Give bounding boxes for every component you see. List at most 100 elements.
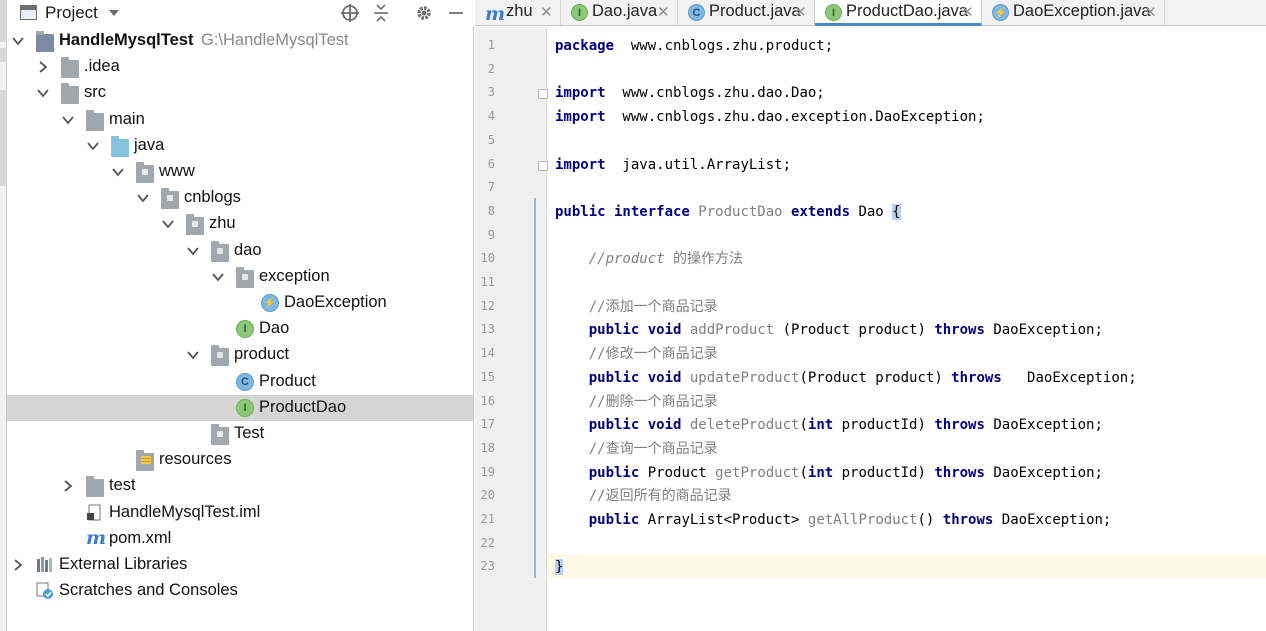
left-tool-window-strip[interactable] xyxy=(0,0,7,631)
code-token: public void xyxy=(588,322,690,339)
code-line[interactable]: //删除一个商品记录 xyxy=(555,392,718,412)
tree-item[interactable]: ⚡ DaoException xyxy=(7,290,473,316)
line-number: 17 xyxy=(480,417,495,432)
tree-item[interactable]: cnblogs xyxy=(7,185,473,211)
tree-item[interactable]: java xyxy=(7,133,473,159)
tree-item-label: HandleMysqlTest xyxy=(59,31,194,49)
code-line[interactable]: public Product getProduct(int productId)… xyxy=(555,463,1103,483)
tree-item[interactable]: product xyxy=(7,342,473,368)
chevron-down-icon[interactable] xyxy=(86,139,100,153)
code-token: DaoException; xyxy=(1001,512,1112,528)
gear-icon[interactable] xyxy=(414,3,434,23)
code-line[interactable]: //product 的操作方法 xyxy=(555,249,743,269)
code-line[interactable]: //返回所有的商品记录 xyxy=(555,486,732,506)
chevron-down-icon[interactable] xyxy=(161,217,175,231)
minimize-panel-icon[interactable] xyxy=(446,3,466,23)
fold-marker-icon[interactable] xyxy=(538,89,548,100)
tree-item-label: Scratches and Consoles xyxy=(59,581,238,600)
chevron-down-icon[interactable] xyxy=(186,348,200,362)
chevron-down-icon[interactable] xyxy=(107,6,121,20)
chevron-down-icon[interactable] xyxy=(136,191,150,205)
chevron-down-icon[interactable] xyxy=(111,165,125,179)
chevron-down-icon[interactable] xyxy=(11,34,25,48)
code-token: (Product product) xyxy=(799,369,952,386)
code-token: DaoException; xyxy=(993,322,1103,339)
chevron-down-icon[interactable] xyxy=(186,244,200,258)
code-token: public interface xyxy=(555,203,699,220)
tree-item[interactable]: src xyxy=(7,80,473,106)
tree-item[interactable]: exception xyxy=(7,264,473,290)
tree-item[interactable]: Scratches and Consoles xyxy=(7,578,473,604)
tree-item-label: java xyxy=(134,135,165,154)
code-line[interactable]: public ArrayList<Product> getAllProduct(… xyxy=(555,510,1112,530)
editor-tab[interactable]: C Product.java ✕ xyxy=(678,0,815,26)
tree-item[interactable]: Test xyxy=(7,421,473,447)
chevron-down-icon[interactable] xyxy=(61,113,75,127)
code-text-area[interactable]: package www.cnblogs.zhu.product; import w… xyxy=(548,27,1266,631)
close-icon[interactable]: ✕ xyxy=(1144,3,1157,21)
maven-icon: m xyxy=(86,526,107,549)
code-token: public xyxy=(588,464,648,481)
editor-tab[interactable]: I Dao.java ✕ xyxy=(561,0,678,26)
tool-window-button-project[interactable] xyxy=(0,90,7,186)
code-line[interactable]: } xyxy=(555,557,564,577)
tree-item[interactable]: zhu xyxy=(7,211,473,237)
collapse-all-icon[interactable] xyxy=(371,3,391,23)
close-icon[interactable]: ✕ xyxy=(657,3,670,21)
tree-item[interactable]: m pom.xml xyxy=(7,526,473,552)
code-line[interactable]: //修改一个商品记录 xyxy=(555,344,718,364)
tree-item[interactable]: HandleMysqlTest G:\HandleMysqlTest xyxy=(7,28,473,54)
code-line[interactable]: import www.cnblogs.zhu.dao.Dao; xyxy=(555,83,825,103)
editor-tab[interactable]: m zhu ✕ xyxy=(475,0,561,26)
iml-file-icon xyxy=(86,504,104,522)
tree-item-label: Dao xyxy=(259,319,290,338)
close-icon[interactable]: ✕ xyxy=(961,3,974,21)
code-line[interactable]: public void addProduct (Product product)… xyxy=(555,320,1103,340)
code-line[interactable]: import java.util.ArrayList; xyxy=(555,155,791,175)
locate-target-icon[interactable] xyxy=(340,3,360,23)
close-icon[interactable]: ✕ xyxy=(794,3,807,21)
tree-item[interactable]: test xyxy=(7,473,473,499)
code-line[interactable]: //查询一个商品记录 xyxy=(555,439,718,459)
tree-item[interactable]: External Libraries xyxy=(7,552,473,578)
interface-icon: I xyxy=(571,4,588,21)
code-token: ProductDao xyxy=(698,203,792,220)
fold-marker-icon[interactable] xyxy=(538,160,548,171)
chevron-right-icon[interactable] xyxy=(61,479,75,493)
tool-window-button-favorites[interactable] xyxy=(0,48,7,62)
code-line[interactable]: public void deleteProduct(int productId)… xyxy=(555,415,1103,435)
code-line[interactable]: import www.cnblogs.zhu.dao.exception.Dao… xyxy=(555,107,985,127)
line-number: 19 xyxy=(480,464,495,479)
tree-item[interactable]: resources xyxy=(7,447,473,473)
code-line[interactable]: public interface ProductDao extends Dao … xyxy=(555,202,901,222)
tree-item-label: Product xyxy=(259,371,316,390)
project-panel-title[interactable]: Project xyxy=(45,3,98,23)
chevron-down-icon[interactable] xyxy=(36,86,50,100)
chevron-right-icon[interactable] xyxy=(36,60,50,74)
tool-window-button-structure[interactable] xyxy=(0,0,7,42)
tree-item[interactable]: dao xyxy=(7,238,473,264)
package-icon xyxy=(186,214,204,236)
tree-item[interactable]: HandleMysqlTest.iml xyxy=(7,500,473,526)
chevron-right-icon[interactable] xyxy=(11,558,25,572)
tree-item[interactable]: www xyxy=(7,159,473,185)
code-line[interactable]: public void updateProduct(Product produc… xyxy=(555,368,1137,388)
editor-tab[interactable]: ⚡ DaoException.java ✕ xyxy=(982,0,1165,26)
tree-item[interactable]: main xyxy=(7,107,473,133)
code-token: { xyxy=(892,203,901,220)
tree-item[interactable]: I ProductDao xyxy=(7,394,473,421)
code-line[interactable]: package www.cnblogs.zhu.product; xyxy=(555,36,833,56)
line-number-gutter[interactable]: 1 2 3 4 5 6 7 8 9 10 11 12 13 14 15 16 17 18 19 20 21 22 23 xyxy=(475,27,548,631)
close-icon[interactable]: ✕ xyxy=(540,3,553,21)
code-token: getProduct xyxy=(715,464,800,481)
line-number: 3 xyxy=(487,85,495,100)
code-token: //添加一个商品记录 xyxy=(588,298,718,315)
tree-item[interactable]: C Product xyxy=(7,369,473,395)
tree-item[interactable]: .idea xyxy=(7,54,473,80)
chevron-down-icon[interactable] xyxy=(211,270,225,284)
editor-tab[interactable]: I ProductDao.java ✕ xyxy=(815,0,982,26)
tree-item[interactable]: I Dao xyxy=(7,316,473,342)
code-line[interactable]: //添加一个商品记录 xyxy=(555,297,718,317)
